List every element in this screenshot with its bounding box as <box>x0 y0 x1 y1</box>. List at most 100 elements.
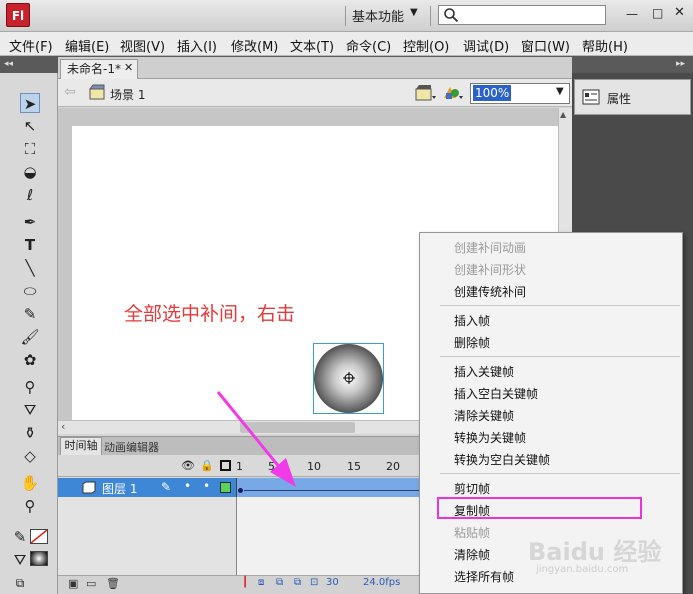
onion-outline-icon[interactable]: ⧉ <box>294 577 301 588</box>
menu-item-clear-keyframe[interactable]: 清除关键帧 <box>454 407 514 424</box>
layer-name[interactable]: 图层 1 <box>102 480 137 497</box>
swap-colors-icon[interactable]: ⧉ <box>10 573 30 593</box>
ruler-tick: 1 <box>236 460 243 473</box>
properties-label: 属性 <box>607 92 632 106</box>
free-transform-tool-icon[interactable]: ⛶ <box>20 139 40 159</box>
lock-dot[interactable]: • <box>203 479 210 493</box>
outline-icon[interactable] <box>220 460 231 471</box>
maximize-icon[interactable]: □ <box>652 6 663 20</box>
menu-item-insert-keyframe[interactable]: 插入关键帧 <box>454 363 514 380</box>
paint-bucket-tool-icon[interactable]: ⛛ <box>20 400 40 420</box>
zoom-tool-icon[interactable]: ⚲ <box>20 496 40 516</box>
hand-tool-icon[interactable]: ✋ <box>20 473 40 493</box>
pen-tool-icon[interactable]: ✒ <box>20 212 40 232</box>
scroll-thumb[interactable] <box>240 422 355 433</box>
edit-multiple-frames-icon[interactable]: ⊡ <box>310 577 318 588</box>
menu-debug[interactable]: 调试(D) <box>463 36 509 55</box>
title-separator <box>345 6 346 26</box>
ruler-tick: 10 <box>307 460 321 473</box>
chevron-down-icon[interactable]: ▼ <box>556 86 564 97</box>
workspace-switcher[interactable]: 基本功能 <box>352 6 404 25</box>
menu-item-cut-frames[interactable]: 剪切帧 <box>454 480 490 497</box>
title-separator <box>430 6 431 26</box>
collapse-icon[interactable]: ◂◂ <box>4 59 13 69</box>
3d-rotation-tool-icon[interactable]: ◒ <box>20 162 40 182</box>
center-frame-icon[interactable]: ⧈ <box>258 577 264 588</box>
onion-skin-icon[interactable]: ⧉ <box>276 577 283 588</box>
selection-tool-icon[interactable]: ➤ <box>20 93 40 113</box>
current-frame: 30 <box>326 577 339 588</box>
tween-frames-selected[interactable] <box>236 478 420 497</box>
collapse-icon[interactable]: ▸▸ <box>676 59 685 69</box>
new-layer-icon[interactable]: ▣ <box>68 577 78 590</box>
menu-help[interactable]: 帮助(H) <box>582 36 628 55</box>
ruler-tick: 5 <box>268 460 275 473</box>
zoom-value[interactable]: 100% <box>473 85 512 101</box>
menu-window[interactable]: 窗口(W) <box>521 36 570 55</box>
menu-text[interactable]: 文本(T) <box>290 36 334 55</box>
frames-area[interactable] <box>236 497 420 575</box>
flash-logo: Fl <box>6 3 30 27</box>
menu-file[interactable]: 文件(F) <box>9 36 53 55</box>
new-folder-icon[interactable]: ▭ <box>86 577 96 590</box>
menu-item-create-shape-tween: 创建补间形状 <box>454 263 527 277</box>
tab-motion-editor[interactable]: 动画编辑器 <box>104 439 159 455</box>
menu-commands[interactable]: 命令(C) <box>346 36 391 55</box>
menu-insert[interactable]: 插入(I) <box>177 36 217 55</box>
annotation-text: 全部选中补间，右击 <box>124 303 296 325</box>
lasso-tool-icon[interactable]: ℓ <box>20 185 40 205</box>
menu-item-paste-frames: 粘贴帧 <box>454 526 491 540</box>
fill-color-swatch[interactable] <box>30 551 48 566</box>
playhead-icon[interactable]: ┃ <box>242 577 248 588</box>
bone-tool-icon[interactable]: ⚲ <box>20 377 40 397</box>
pencil-icon: ✎ <box>161 480 172 494</box>
stroke-color-icon[interactable]: ✎ <box>10 527 30 547</box>
layer-outline-color[interactable] <box>220 482 231 493</box>
edit-scene-icon[interactable] <box>415 84 437 102</box>
lock-icon[interactable]: 🔒 <box>200 459 214 472</box>
oval-tool-icon[interactable]: ⬭ <box>20 281 40 301</box>
menu-item-clear-frames[interactable]: 清除帧 <box>454 546 490 563</box>
scene-icon <box>89 84 105 100</box>
menu-item-remove-frames[interactable]: 删除帧 <box>454 334 490 351</box>
chevron-down-icon[interactable]: ▼ <box>410 7 418 18</box>
close-icon[interactable]: ✕ <box>124 61 133 74</box>
scroll-up-icon[interactable]: ▲ <box>560 110 566 119</box>
menu-modify[interactable]: 修改(M) <box>231 36 278 55</box>
menu-item-insert-blank-keyframe[interactable]: 插入空白关键帧 <box>454 385 538 402</box>
menu-item-convert-to-keyframes[interactable]: 转换为关键帧 <box>454 429 526 446</box>
pencil-tool-icon[interactable]: ✎ <box>20 304 40 324</box>
scene-label: 场景 1 <box>110 88 146 102</box>
registration-point-icon <box>343 372 355 384</box>
eraser-tool-icon[interactable]: ◇ <box>20 446 40 466</box>
visibility-dot[interactable]: • <box>184 479 191 493</box>
menu-item-select-all-frames[interactable]: 选择所有帧 <box>454 568 514 585</box>
eyedropper-tool-icon[interactable]: ⚱ <box>20 423 40 443</box>
stroke-color-swatch[interactable] <box>30 529 48 544</box>
back-arrow-icon[interactable]: ⇦ <box>64 84 76 100</box>
brush-tool-icon[interactable]: 🖌 <box>20 327 40 347</box>
tween-line <box>244 490 420 491</box>
menu-control[interactable]: 控制(O) <box>403 36 449 55</box>
subselection-tool-icon[interactable]: ↖ <box>20 116 40 136</box>
deco-tool-icon[interactable]: ✿ <box>20 350 40 370</box>
menu-item-convert-to-blank-keyframes[interactable]: 转换为空白关键帧 <box>454 451 550 468</box>
menu-edit[interactable]: 编辑(E) <box>65 36 109 55</box>
minimize-icon[interactable]: — <box>626 7 638 21</box>
eye-icon[interactable]: 👁 <box>181 459 195 472</box>
close-icon[interactable]: ✕ <box>674 5 685 20</box>
edit-symbol-icon[interactable] <box>442 84 464 102</box>
menu-separator <box>440 305 680 306</box>
menu-view[interactable]: 视图(V) <box>120 36 165 55</box>
tab-timeline[interactable]: 时间轴 <box>60 437 102 455</box>
ruler-tick: 15 <box>347 460 361 473</box>
menu-item-insert-frame[interactable]: 插入帧 <box>454 312 490 329</box>
menu-item-create-motion-tween: 创建补间动画 <box>454 241 527 255</box>
line-tool-icon[interactable]: ╲ <box>20 258 40 278</box>
menu-item-create-classic-tween[interactable]: 创建传统补间 <box>454 283 526 300</box>
fill-color-icon[interactable]: ⛛ <box>10 550 30 570</box>
search-input[interactable] <box>438 5 606 25</box>
delete-layer-icon[interactable]: 🗑 <box>106 577 120 590</box>
text-tool-icon[interactable]: T <box>20 235 40 255</box>
scroll-left-icon[interactable]: ‹ <box>61 420 65 433</box>
